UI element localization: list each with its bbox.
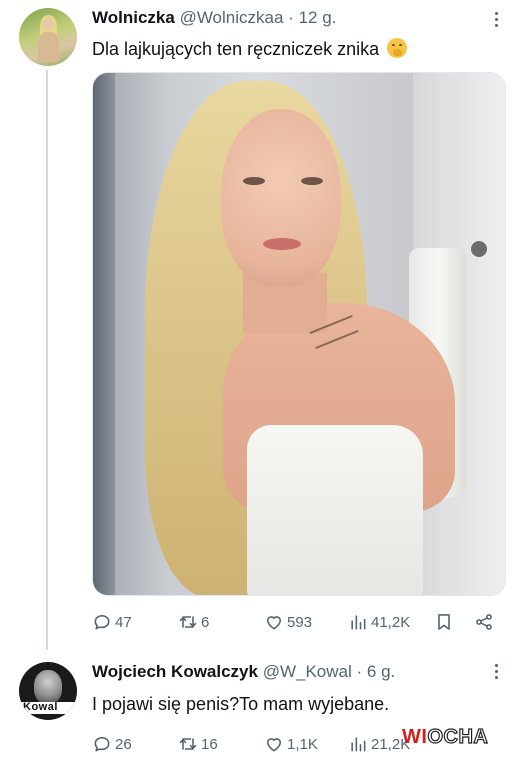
- avatar[interactable]: [19, 8, 77, 66]
- author-handle[interactable]: @Wolniczkaa: [180, 8, 284, 27]
- reply-icon: [94, 736, 110, 752]
- heart-icon: [266, 738, 282, 752]
- avatar[interactable]: Kowal: [19, 662, 77, 720]
- views-chart-icon: [351, 737, 366, 752]
- watermark-part-1: WI: [402, 726, 428, 748]
- retweet-icon: [179, 616, 197, 628]
- tweet-actions: 47 6 593 41,2K: [92, 610, 502, 634]
- reply-count: 26: [115, 735, 132, 753]
- tweet[interactable]: Wolniczka @Wolniczkaa · 12 g. Dla lajkuj…: [0, 0, 527, 650]
- bookmark-button[interactable]: [434, 610, 457, 634]
- like-button[interactable]: 1,1K: [264, 732, 318, 756]
- tweet-header: Wolniczka @Wolniczkaa · 12 g.: [92, 8, 336, 28]
- more-options-icon[interactable]: [493, 664, 499, 682]
- share-icon: [476, 614, 492, 630]
- retweet-button[interactable]: 16: [178, 732, 218, 756]
- timestamp[interactable]: 6 g.: [367, 662, 395, 681]
- views-button[interactable]: 21,2K: [348, 732, 410, 756]
- views-button[interactable]: 41,2K: [348, 610, 410, 634]
- views-count: 41,2K: [371, 613, 411, 631]
- reply-count: 47: [115, 613, 132, 631]
- author-name[interactable]: Wojciech Kowalczyk: [92, 662, 258, 681]
- heart-icon: [266, 616, 282, 630]
- retweet-count: 16: [201, 735, 218, 753]
- tweet-media-photo[interactable]: [92, 72, 506, 596]
- separator-dot: ·: [356, 662, 363, 681]
- reply-button[interactable]: 47: [92, 610, 132, 634]
- like-count: 1,1K: [287, 735, 318, 753]
- tweet-text: I pojawi się penis?To mam wyjebane.: [92, 694, 389, 715]
- retweet-icon: [179, 738, 197, 750]
- tweet-header: Wojciech Kowalczyk @W_Kowal · 6 g.: [92, 662, 395, 682]
- face-with-hand-over-mouth-icon: [387, 38, 408, 58]
- bookmark-icon: [438, 614, 450, 630]
- avatar-caption: Kowal: [23, 701, 58, 713]
- separator-dot: ·: [288, 8, 294, 27]
- like-count: 593: [287, 613, 313, 631]
- tweet-text: Dla lajkujących ten ręczniczek znika: [92, 38, 408, 60]
- tweet-text-content: Dla lajkujących ten ręczniczek znika: [92, 39, 380, 59]
- tweet-text-content: I pojawi się penis?To mam wyjebane.: [92, 694, 390, 714]
- reply-button[interactable]: 26: [92, 732, 132, 756]
- retweet-count: 6: [201, 613, 210, 631]
- timestamp[interactable]: 12 g.: [299, 8, 337, 27]
- watermark-part-2: OCHA: [427, 725, 489, 748]
- like-button[interactable]: 593: [264, 610, 312, 634]
- reply-icon: [94, 614, 110, 630]
- author-handle[interactable]: @W_Kowal: [263, 662, 352, 681]
- views-chart-icon: [351, 615, 366, 630]
- share-button[interactable]: [474, 610, 497, 634]
- author-name[interactable]: Wolniczka: [92, 8, 175, 27]
- site-watermark-logo: WIOCHA: [402, 725, 520, 752]
- more-options-icon[interactable]: [493, 12, 499, 30]
- retweet-button[interactable]: 6: [178, 610, 209, 634]
